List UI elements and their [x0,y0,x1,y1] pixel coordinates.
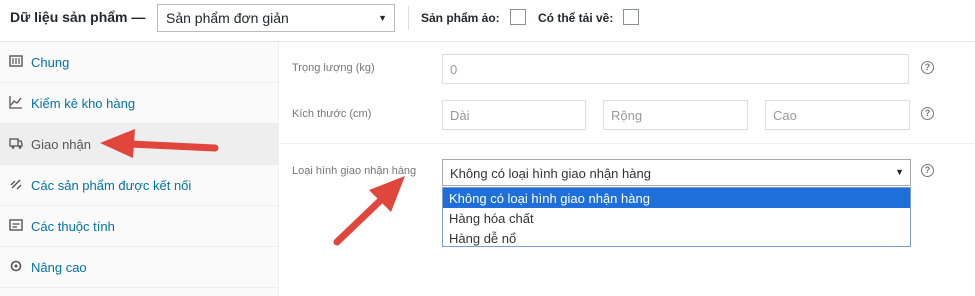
tab-shipping[interactable]: Giao nhận [0,124,279,165]
shipping-class-dropdown: Không có loại hình giao nhận hàng Hàng h… [442,187,911,247]
shipping-class-select[interactable]: Không có loại hình giao nhận hàng ▼ [442,159,911,186]
tab-label: Chung [31,55,70,70]
tab-label: Giao nhận [31,137,91,152]
length-placeholder: Dài [450,108,470,123]
product-data-title: Dữ liệu sản phẩm — [10,9,146,25]
tab-linked-products[interactable]: Các sản phẩm được kết nối [0,165,279,206]
tab-inventory[interactable]: Kiểm kê kho hàng [0,83,279,124]
help-icon[interactable]: ? [921,61,934,74]
tab-label: Các thuộc tính [31,219,115,234]
weight-placeholder: 0 [450,62,458,77]
product-type-select[interactable]: Sản phẩm đơn giản ▼ [157,4,395,32]
inventory-icon [9,96,22,109]
general-icon [9,55,23,67]
tab-label: Kiểm kê kho hàng [31,96,136,111]
header-divider [408,6,409,30]
length-input[interactable]: Dài [442,100,586,130]
virtual-checkbox[interactable] [510,9,526,25]
shipping-class-value: Không có loại hình giao nhận hàng [450,166,651,181]
shipping-panel: Trọng lượng (kg) 0 ? Kích thước (cm) Dài… [280,42,975,296]
virtual-label: Sản phẩm ảo: [421,11,500,25]
tab-label: Các sản phẩm được kết nối [31,178,192,193]
product-data-header: Dữ liệu sản phẩm — Sản phẩm đơn giản ▼ S… [0,0,975,42]
tab-attributes[interactable]: Các thuộc tính [0,206,279,247]
shipping-class-label: Loại hình giao nhận hàng [292,165,417,177]
tab-advanced[interactable]: Nâng cao [0,247,279,288]
width-placeholder: Rộng [611,108,643,123]
section-divider [280,143,975,144]
dropdown-option[interactable]: Hàng dễ nổ [443,228,910,248]
downloadable-label: Có thể tải về: [538,11,614,25]
gear-icon [10,260,22,272]
tab-label: Nâng cao [31,260,87,275]
weight-label: Trọng lượng (kg) [292,62,375,74]
chevron-down-icon: ▼ [895,167,904,177]
product-data-tabs: Chung Kiểm kê kho hàng Giao nhận Các sản… [0,42,279,296]
dimensions-label: Kích thước (cm) [292,108,372,120]
height-placeholder: Cao [773,108,797,123]
help-icon[interactable]: ? [921,107,934,120]
width-input[interactable]: Rộng [603,100,748,130]
link-icon [10,179,22,190]
chevron-down-icon: ▼ [378,13,387,23]
dropdown-option[interactable]: Không có loại hình giao nhận hàng [443,188,910,208]
downloadable-checkbox[interactable] [623,9,639,25]
shipping-truck-icon [9,138,23,149]
height-input[interactable]: Cao [765,100,910,130]
weight-input[interactable]: 0 [442,54,909,84]
help-icon[interactable]: ? [921,164,934,177]
product-type-value: Sản phẩm đơn giản [166,10,289,26]
tab-general[interactable]: Chung [0,42,279,83]
attributes-icon [9,219,23,231]
dropdown-option[interactable]: Hàng hóa chất [443,208,910,228]
